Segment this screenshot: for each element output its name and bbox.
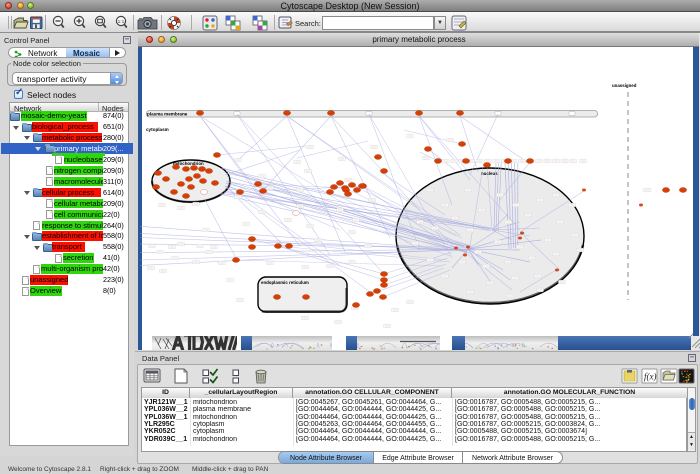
svg-text:f(x): f(x)	[644, 372, 657, 382]
svg-text:endoplasmic reticulum: endoplasmic reticulum	[261, 280, 309, 285]
svg-text:cytoplasm: cytoplasm	[146, 127, 169, 132]
svg-text:unassigned: unassigned	[612, 83, 637, 88]
svg-text:plasma membrane: plasma membrane	[147, 112, 188, 117]
